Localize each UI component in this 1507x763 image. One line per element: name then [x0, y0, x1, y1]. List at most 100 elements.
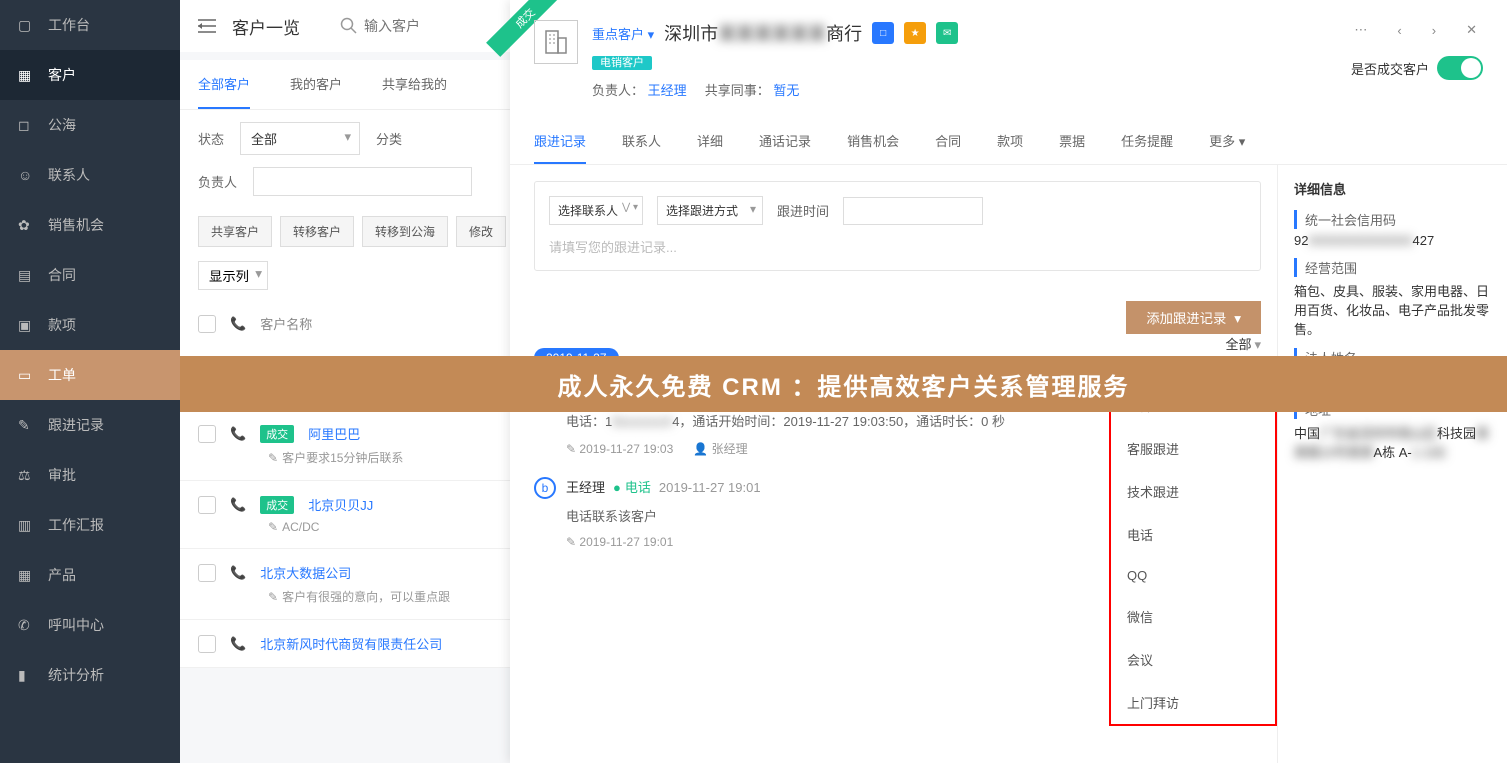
select-all-checkbox[interactable] — [198, 315, 216, 333]
promo-banner: 成人永久免费 CRM ：提供高效客户关系管理服务 — [180, 356, 1507, 412]
close-icon[interactable]: ✕ — [1460, 20, 1483, 40]
sidebar-item-product[interactable]: ▦产品 — [0, 550, 180, 600]
edit-icon: ✎ — [268, 451, 278, 465]
phone-icon[interactable]: 📞 — [230, 497, 246, 513]
next-icon[interactable]: › — [1426, 21, 1442, 40]
sidebar-item-pool[interactable]: ◻公海 — [0, 100, 180, 150]
sidebar-item-opportunity[interactable]: ✿销售机会 — [0, 200, 180, 250]
credit-code-value: 92XXXXXXXXXXXX427 — [1294, 233, 1491, 248]
select-method[interactable]: 选择跟进方式 — [657, 196, 763, 225]
action-btn-3[interactable]: ✉ — [936, 22, 958, 44]
report-icon: ▥ — [18, 517, 36, 534]
dropdown-item[interactable]: 微信 — [1111, 595, 1275, 638]
owner-link[interactable]: 王经理 — [648, 83, 687, 98]
tab-contacts[interactable]: 联系人 — [622, 119, 661, 164]
tab-opportunity[interactable]: 销售机会 — [847, 119, 899, 164]
sidebar-item-payment[interactable]: ▣款项 — [0, 300, 180, 350]
row-checkbox[interactable] — [198, 564, 216, 582]
dropdown-item[interactable]: 客服跟进 — [1111, 427, 1275, 470]
dropdown-item[interactable]: 上门拜访 — [1111, 681, 1275, 724]
sidebar-item-ticket[interactable]: ▭工单 — [0, 350, 180, 400]
search-icon[interactable] — [340, 17, 358, 35]
customer-link[interactable]: 北京大数据公司 — [260, 563, 351, 582]
show-columns-button[interactable]: 显示列 — [198, 261, 268, 290]
filter-status-label: 状态 — [198, 129, 224, 148]
tab-contract[interactable]: 合同 — [935, 119, 961, 164]
action-share[interactable]: 共享客户 — [198, 216, 272, 247]
action-to-pool[interactable]: 转移到公海 — [362, 216, 448, 247]
timeline-filter-all[interactable]: 全部 — [1225, 334, 1261, 353]
customer-link[interactable]: 北京贝贝JJ — [308, 495, 373, 514]
follow-textarea[interactable]: 请填写您的跟进记录... — [549, 237, 1246, 256]
tl-time: 2019-11-27 19:01 — [659, 480, 761, 495]
sidebar-item-approval[interactable]: ⚖审批 — [0, 450, 180, 500]
scope-value: 箱包、皮具、服装、家用电器、日用百货、化妆品、电子产品批发零售。 — [1294, 281, 1491, 338]
tab-calllog[interactable]: 通话记录 — [759, 119, 811, 164]
tab-invoice[interactable]: 票据 — [1059, 119, 1085, 164]
tab-payment[interactable]: 款项 — [997, 119, 1023, 164]
important-customer-tag[interactable]: 重点客户 ▾ — [592, 24, 654, 43]
edit-icon: ✎ — [566, 535, 576, 549]
filter-category-label: 分类 — [376, 129, 402, 148]
deal-toggle[interactable] — [1437, 56, 1483, 80]
dropdown-item[interactable]: QQ — [1111, 556, 1275, 595]
box-icon: ◻ — [18, 117, 36, 134]
sidebar-item-report[interactable]: ▥工作汇报 — [0, 500, 180, 550]
sidebar-item-contract[interactable]: ▤合同 — [0, 250, 180, 300]
dropdown-item[interactable]: 技术跟进 — [1111, 470, 1275, 513]
tab-task[interactable]: 任务提醒 — [1121, 119, 1173, 164]
phone-icon[interactable]: 📞 — [230, 565, 246, 581]
select-contact[interactable]: 选择联系人 — [549, 196, 643, 225]
filter-owner-input[interactable] — [253, 167, 472, 196]
phone-icon: ✆ — [18, 617, 36, 634]
telesales-tag: 电销客户 — [592, 56, 652, 70]
column-customer-name[interactable]: 客户名称 — [260, 314, 312, 333]
filter-status-select[interactable]: 全部 — [240, 122, 360, 155]
action-modify[interactable]: 修改 — [456, 216, 506, 247]
row-checkbox[interactable] — [198, 425, 216, 443]
tab-detail[interactable]: 详细 — [697, 119, 723, 164]
prev-icon[interactable]: ‹ — [1391, 21, 1407, 40]
tab-followup[interactable]: 跟进记录 — [534, 119, 586, 164]
action-transfer[interactable]: 转移客户 — [280, 216, 354, 247]
tab-more[interactable]: 更多 ▾ — [1209, 119, 1245, 164]
row-checkbox[interactable] — [198, 635, 216, 653]
sidebar-item-workbench[interactable]: ▢工作台 — [0, 0, 180, 50]
person-icon: ☺ — [18, 167, 36, 183]
share-label: 共享同事： — [705, 83, 770, 98]
side-detail-panel: 详细信息 统一社会信用码 92XXXXXXXXXXXX427 经营范围 箱包、皮… — [1277, 165, 1507, 763]
more-icon[interactable]: ⋯ — [1348, 20, 1373, 40]
tab-all[interactable]: 全部客户 — [198, 60, 250, 109]
action-btn-2[interactable]: ★ — [904, 22, 926, 44]
row-checkbox[interactable] — [198, 496, 216, 514]
sidebar-item-contacts[interactable]: ☺联系人 — [0, 150, 180, 200]
deal-toggle-label: 是否成交客户 — [1351, 59, 1429, 78]
dropdown-item[interactable]: 电话 — [1111, 513, 1275, 556]
collapse-sidebar-icon[interactable] — [198, 19, 216, 33]
owner-label: 负责人： — [592, 83, 644, 98]
follow-time-input[interactable] — [843, 197, 983, 225]
follow-compose-box: 选择联系人 选择跟进方式 跟进时间 请填写您的跟进记录... — [534, 181, 1261, 271]
customer-link[interactable]: 阿里巴巴 — [308, 424, 360, 443]
bag-icon: ✿ — [18, 217, 36, 234]
phone-icon[interactable]: 📞 — [230, 426, 246, 442]
sidebar-item-analytics[interactable]: ▮统计分析 — [0, 650, 180, 700]
phone-icon[interactable]: 📞 — [230, 636, 246, 652]
ticket-icon: ▭ — [18, 367, 36, 384]
grid-icon: ▦ — [18, 567, 36, 584]
customer-link[interactable]: 北京新风时代商贸有限责任公司 — [260, 634, 442, 653]
tab-shared[interactable]: 共享给我的 — [382, 60, 447, 109]
money-icon: ▣ — [18, 317, 36, 334]
share-value[interactable]: 暂无 — [773, 83, 799, 98]
avatar-icon: b — [534, 477, 556, 499]
sidebar-item-customer[interactable]: ▦客户 — [0, 50, 180, 100]
action-btn-1[interactable]: □ — [872, 22, 894, 44]
add-followup-button[interactable]: 添加跟进记录 — [1126, 301, 1261, 334]
side-title: 详细信息 — [1294, 179, 1491, 198]
sidebar-item-followup[interactable]: ✎跟进记录 — [0, 400, 180, 450]
scope-label: 经营范围 — [1294, 258, 1491, 277]
sidebar-item-callcenter[interactable]: ✆呼叫中心 — [0, 600, 180, 650]
tab-mine[interactable]: 我的客户 — [290, 60, 342, 109]
dropdown-item[interactable]: 会议 — [1111, 638, 1275, 681]
followup-type-dropdown: 全部 客服跟进 技术跟进 电话 QQ 微信 会议 上门拜访 — [1109, 382, 1277, 726]
